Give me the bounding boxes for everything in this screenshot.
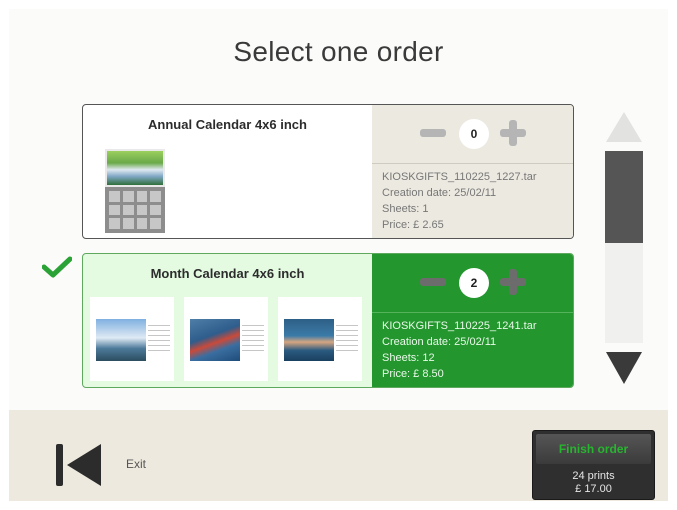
prints-count: 24 prints	[572, 470, 615, 482]
annual-calendar-image	[105, 149, 165, 235]
order-card-annual[interactable]: Annual Calendar 4x6 inch 0 KIOSKGIFTS_11…	[82, 104, 574, 239]
order-sheets: Sheets: 12	[382, 352, 435, 364]
minus-icon[interactable]	[420, 278, 446, 286]
order-total: £ 17.00	[575, 483, 612, 495]
back-icon[interactable]	[55, 443, 103, 487]
order-price: Price: £ 8.50	[382, 368, 444, 380]
quantity-stepper: 0	[372, 105, 573, 164]
order-name: Annual Calendar 4x6 inch	[148, 117, 307, 132]
exit-label[interactable]: Exit	[126, 457, 146, 471]
plus-icon[interactable]	[500, 120, 526, 146]
order-info: KIOSKGIFTS_110225_1227.tar Creation date…	[382, 169, 537, 233]
quantity-stepper: 2	[372, 254, 573, 313]
order-filename: KIOSKGIFTS_110225_1241.tar	[382, 320, 537, 332]
checkmark-icon	[42, 256, 72, 278]
month-thumbnail-3	[278, 297, 362, 381]
waterfall-photo	[105, 149, 165, 187]
order-info: KIOSKGIFTS_110225_1241.tar Creation date…	[382, 318, 537, 382]
month-grid	[105, 187, 165, 233]
arrow-down-icon[interactable]	[604, 350, 644, 386]
finish-order-label: Finish order	[536, 434, 651, 464]
order-name: Month Calendar 4x6 inch	[150, 266, 305, 281]
order-filename: KIOSKGIFTS_110225_1227.tar	[382, 171, 537, 183]
order-creation-date: Creation date: 25/02/11	[382, 336, 497, 348]
order-sheets: Sheets: 1	[382, 203, 429, 215]
quantity-value: 2	[459, 268, 489, 298]
plus-icon[interactable]	[500, 269, 526, 295]
minus-icon[interactable]	[420, 129, 446, 137]
page-title: Select one order	[233, 36, 444, 67]
order-preview: Annual Calendar 4x6 inch	[83, 105, 372, 238]
order-price: Price: £ 2.65	[382, 219, 444, 231]
quantity-value: 0	[459, 119, 489, 149]
month-thumbnail-2	[184, 297, 268, 381]
finish-order-button[interactable]: Finish order 24 prints £ 17.00	[532, 430, 655, 500]
order-card-month[interactable]: Month Calendar 4x6 inch 2 KIOSKGIFTS_110…	[82, 253, 574, 388]
scrollbar-thumb[interactable]	[605, 151, 643, 243]
month-thumbnail-1	[90, 297, 174, 381]
order-details-panel: 0 KIOSKGIFTS_110225_1227.tar Creation da…	[372, 105, 573, 238]
order-details-panel: 2 KIOSKGIFTS_110225_1241.tar Creation da…	[372, 254, 573, 387]
order-preview: Month Calendar 4x6 inch	[83, 254, 372, 387]
order-creation-date: Creation date: 25/02/11	[382, 187, 497, 199]
arrow-up-icon[interactable]	[604, 110, 644, 144]
